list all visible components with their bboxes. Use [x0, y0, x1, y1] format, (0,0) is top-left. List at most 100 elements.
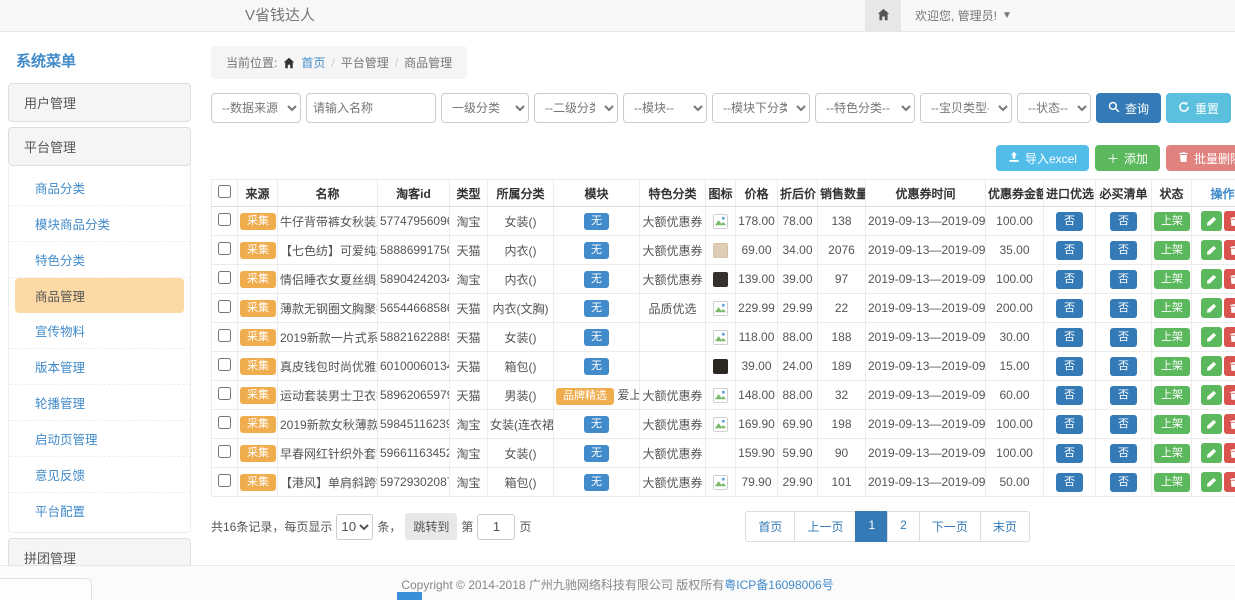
- row-checkbox[interactable]: [218, 300, 231, 313]
- delete-button[interactable]: [1224, 269, 1235, 289]
- sidebar-item-商品分类[interactable]: 商品分类: [9, 170, 190, 206]
- page-number-input[interactable]: [477, 514, 515, 540]
- import-select-toggle[interactable]: 否: [1056, 299, 1083, 318]
- per-page-select[interactable]: 10: [336, 514, 373, 540]
- edit-button[interactable]: [1201, 356, 1222, 376]
- must-buy-toggle[interactable]: 否: [1110, 241, 1137, 260]
- pager-link-上一页[interactable]: 上一页: [794, 511, 856, 542]
- edit-button[interactable]: [1201, 385, 1222, 405]
- sidebar-item-商品管理[interactable]: 商品管理: [15, 278, 184, 313]
- sidebar-item-轮播管理[interactable]: 轮播管理: [9, 385, 190, 421]
- status-badge[interactable]: 上架: [1154, 212, 1190, 231]
- select-all-checkbox[interactable]: [218, 185, 231, 198]
- delete-button[interactable]: [1224, 356, 1235, 376]
- edit-button[interactable]: [1201, 298, 1222, 318]
- filter-select-8[interactable]: --状态--: [1017, 93, 1091, 123]
- must-buy-toggle[interactable]: 否: [1110, 270, 1137, 289]
- query-button[interactable]: 查询: [1096, 93, 1161, 123]
- import-select-toggle[interactable]: 否: [1056, 270, 1083, 289]
- edit-button[interactable]: [1201, 472, 1222, 492]
- delete-button[interactable]: [1224, 240, 1235, 260]
- search-name-input[interactable]: [306, 93, 436, 123]
- status-badge[interactable]: 上架: [1154, 415, 1190, 434]
- sidebar-panel-用户管理[interactable]: 用户管理: [8, 83, 191, 122]
- delete-button[interactable]: [1224, 414, 1235, 434]
- delete-button[interactable]: [1224, 472, 1235, 492]
- delete-button[interactable]: [1224, 327, 1235, 347]
- edit-button[interactable]: [1201, 240, 1222, 260]
- breadcrumb-home-link[interactable]: 首页: [301, 54, 325, 71]
- status-badge[interactable]: 上架: [1154, 444, 1190, 463]
- import-select-toggle[interactable]: 否: [1056, 328, 1083, 347]
- must-buy-toggle[interactable]: 否: [1110, 357, 1137, 376]
- jump-button[interactable]: 跳转到: [405, 513, 457, 540]
- user-menu[interactable]: 欢迎您, 管理员! ▼: [901, 0, 1026, 31]
- import-select-toggle[interactable]: 否: [1056, 212, 1083, 231]
- filter-select-5[interactable]: --模块下分类--: [712, 93, 810, 123]
- must-buy-toggle[interactable]: 否: [1110, 299, 1137, 318]
- status-badge[interactable]: 上架: [1154, 357, 1190, 376]
- sidebar-panel-拼团管理[interactable]: 拼团管理: [8, 538, 191, 565]
- filter-select-7[interactable]: --宝贝类型--: [920, 93, 1012, 123]
- sidebar-item-宣传物料[interactable]: 宣传物料: [9, 313, 190, 349]
- row-checkbox[interactable]: [218, 416, 231, 429]
- delete-button[interactable]: [1224, 443, 1235, 463]
- delete-button[interactable]: [1224, 211, 1235, 231]
- edit-button[interactable]: [1201, 269, 1222, 289]
- status-badge[interactable]: 上架: [1154, 473, 1190, 492]
- import-select-toggle[interactable]: 否: [1056, 444, 1083, 463]
- row-checkbox[interactable]: [218, 474, 231, 487]
- sidebar-item-模块商品分类[interactable]: 模块商品分类: [9, 206, 190, 242]
- import-select-toggle[interactable]: 否: [1056, 386, 1083, 405]
- edit-button[interactable]: [1201, 211, 1222, 231]
- sidebar-item-启动页管理[interactable]: 启动页管理: [9, 421, 190, 457]
- filter-select-4[interactable]: --模块--: [623, 93, 707, 123]
- filter-select-2[interactable]: 一级分类: [441, 93, 529, 123]
- delete-button[interactable]: [1224, 298, 1235, 318]
- import-excel-button[interactable]: 导入excel: [996, 145, 1089, 171]
- must-buy-toggle[interactable]: 否: [1110, 415, 1137, 434]
- pager-link-下一页[interactable]: 下一页: [919, 511, 981, 542]
- status-badge[interactable]: 上架: [1154, 299, 1190, 318]
- row-checkbox[interactable]: [218, 329, 231, 342]
- pager-link-末页[interactable]: 末页: [980, 511, 1030, 542]
- add-button[interactable]: ＋ 添加: [1095, 145, 1160, 171]
- row-checkbox[interactable]: [218, 358, 231, 371]
- row-checkbox[interactable]: [218, 242, 231, 255]
- must-buy-toggle[interactable]: 否: [1110, 386, 1137, 405]
- import-select-toggle[interactable]: 否: [1056, 473, 1083, 492]
- home-button[interactable]: [865, 0, 901, 31]
- status-badge[interactable]: 上架: [1154, 386, 1190, 405]
- sidebar-item-特色分类[interactable]: 特色分类: [9, 242, 190, 278]
- icp-link[interactable]: 粤ICP备16098006号: [724, 578, 833, 592]
- sidebar-item-版本管理[interactable]: 版本管理: [9, 349, 190, 385]
- status-badge[interactable]: 上架: [1154, 328, 1190, 347]
- filter-select-0[interactable]: --数据来源--: [211, 93, 301, 123]
- pager-link-首页[interactable]: 首页: [745, 511, 795, 542]
- row-checkbox[interactable]: [218, 271, 231, 284]
- edit-button[interactable]: [1201, 327, 1222, 347]
- row-checkbox[interactable]: [218, 213, 231, 226]
- sidebar-item-意见反馈[interactable]: 意见反馈: [9, 457, 190, 493]
- import-select-toggle[interactable]: 否: [1056, 241, 1083, 260]
- row-checkbox[interactable]: [218, 387, 231, 400]
- sidebar-panel-平台管理[interactable]: 平台管理: [8, 127, 191, 166]
- import-select-toggle[interactable]: 否: [1056, 415, 1083, 434]
- sidebar-item-平台配置[interactable]: 平台配置: [9, 493, 190, 528]
- batch-delete-button[interactable]: 批量删除: [1166, 145, 1235, 171]
- must-buy-toggle[interactable]: 否: [1110, 444, 1137, 463]
- must-buy-toggle[interactable]: 否: [1110, 328, 1137, 347]
- edit-button[interactable]: [1201, 414, 1222, 434]
- pager-link-1[interactable]: 1: [855, 511, 888, 542]
- import-select-toggle[interactable]: 否: [1056, 357, 1083, 376]
- pager-link-2[interactable]: 2: [887, 511, 920, 542]
- filter-select-3[interactable]: --二级分类--: [534, 93, 618, 123]
- must-buy-toggle[interactable]: 否: [1110, 473, 1137, 492]
- must-buy-toggle[interactable]: 否: [1110, 212, 1137, 231]
- filter-select-6[interactable]: --特色分类--: [815, 93, 915, 123]
- reset-button[interactable]: 重置: [1166, 93, 1231, 123]
- row-checkbox[interactable]: [218, 445, 231, 458]
- status-badge[interactable]: 上架: [1154, 270, 1190, 289]
- edit-button[interactable]: [1201, 443, 1222, 463]
- delete-button[interactable]: [1224, 385, 1235, 405]
